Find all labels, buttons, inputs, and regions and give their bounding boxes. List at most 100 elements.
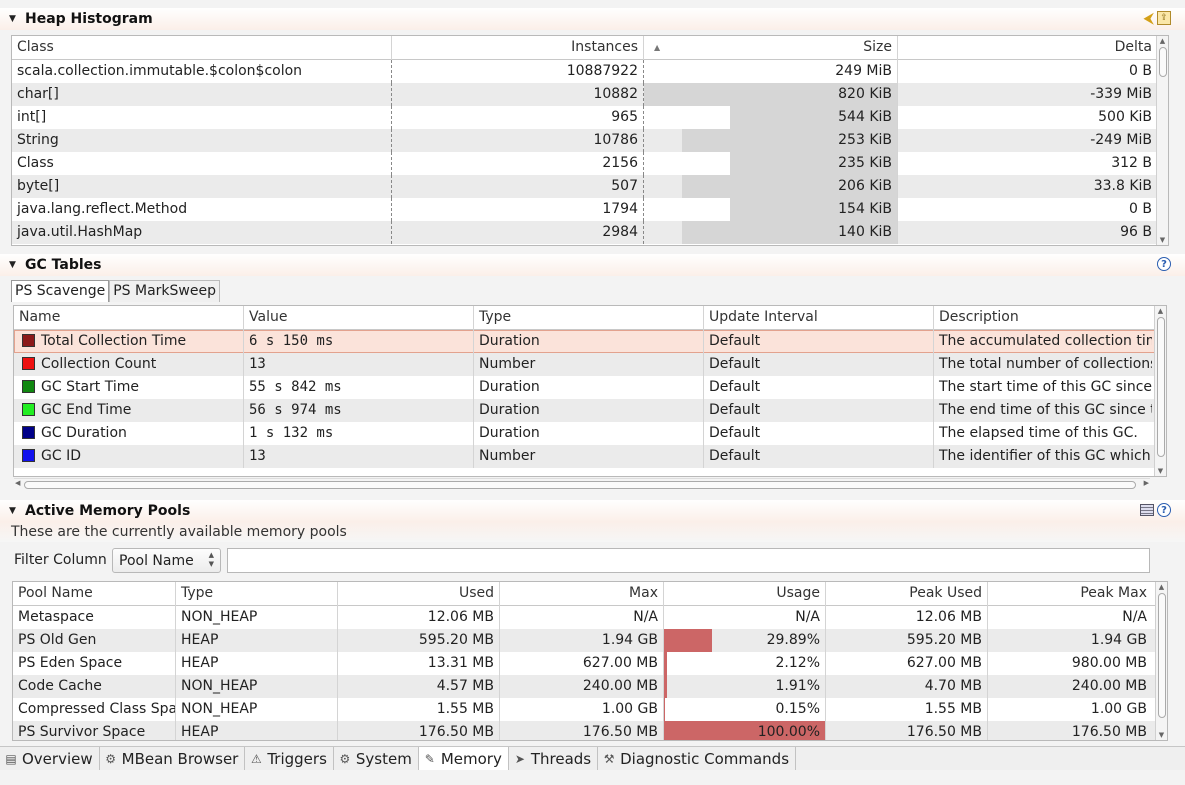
tab-ps-marksweep[interactable]: PS MarkSweep bbox=[109, 280, 220, 302]
table-row[interactable]: Compressed Class Space NON_HEAP 1.55 MB 1.0… bbox=[13, 698, 1167, 721]
table-row[interactable]: Code Cache NON_HEAP 4.57 MB 240.00 MB 1.91% 4… bbox=[13, 675, 1167, 698]
column-header-class[interactable]: Class bbox=[12, 36, 392, 60]
usage-cell: 1.91% bbox=[664, 675, 826, 698]
page-tab-mbean-browser[interactable]: ⚙ MBean Browser bbox=[100, 747, 246, 770]
scroll-thumb[interactable] bbox=[24, 481, 1136, 489]
table-settings-icon[interactable] bbox=[1140, 504, 1154, 516]
table-row[interactable]: String 10786 253 KiB -249 MiB bbox=[12, 129, 1168, 152]
heap-vertical-scrollbar[interactable]: ▲ ▼ bbox=[1156, 36, 1168, 245]
update-interval-cell[interactable]: Default bbox=[704, 422, 934, 445]
update-interval-cell[interactable]: Default bbox=[704, 445, 934, 468]
class-name-cell: String bbox=[12, 129, 392, 152]
max-cell: 240.00 MB bbox=[500, 675, 664, 698]
scroll-up-arrow-icon[interactable]: ▲ bbox=[1157, 36, 1168, 46]
table-row[interactable]: java.util.HashMap 2984 140 KiB 96 B bbox=[12, 221, 1168, 244]
scroll-right-arrow-icon[interactable]: ▶ bbox=[1144, 479, 1149, 487]
page-tab-memory[interactable]: ✎ Memory bbox=[418, 747, 509, 770]
scroll-thumb[interactable] bbox=[1158, 593, 1166, 718]
table-row[interactable]: GC End Time 56 s 974 ms Duration Default The… bbox=[14, 399, 1166, 422]
series-color-swatch[interactable] bbox=[22, 403, 35, 416]
help-icon[interactable]: ? bbox=[1157, 257, 1171, 271]
table-row[interactable]: Metaspace NON_HEAP 12.06 MB N/A N/A 12.06 MB N… bbox=[13, 606, 1167, 629]
column-header-peak-max[interactable]: Peak Max bbox=[988, 582, 1152, 606]
column-header-usage[interactable]: Usage bbox=[664, 582, 826, 606]
page-tab-diagnostic-commands[interactable]: ⚒ Diagnostic Commands bbox=[598, 747, 797, 770]
page-tab-threads[interactable]: ➤ Threads bbox=[509, 747, 599, 770]
used-cell: 4.57 MB bbox=[338, 675, 500, 698]
table-row[interactable]: scala.collection.immutable.$colon$colon 1… bbox=[12, 60, 1168, 83]
update-interval-cell[interactable]: Default bbox=[704, 330, 934, 353]
table-row[interactable]: byte[] 507 206 KiB 33.8 KiB bbox=[12, 175, 1168, 198]
series-color-swatch[interactable] bbox=[22, 380, 35, 393]
series-color-swatch[interactable] bbox=[22, 334, 35, 347]
filter-text-input[interactable] bbox=[227, 548, 1150, 573]
peak-used-cell: 4.70 MB bbox=[826, 675, 988, 698]
update-interval-cell[interactable]: Default bbox=[704, 399, 934, 422]
gc-vertical-scrollbar[interactable]: ▲ ▼ bbox=[1154, 306, 1166, 476]
page-tab-triggers[interactable]: ⚠ Triggers bbox=[245, 747, 334, 770]
size-cell: 154 KiB bbox=[644, 198, 898, 221]
update-interval-cell[interactable]: Default bbox=[704, 376, 934, 399]
scroll-down-arrow-icon[interactable]: ▼ bbox=[1157, 235, 1168, 245]
table-row[interactable]: java.lang.reflect.Method 1794 154 KiB 0 B bbox=[12, 198, 1168, 221]
scroll-down-arrow-icon[interactable]: ▼ bbox=[1155, 466, 1166, 476]
column-header-name[interactable]: Name bbox=[14, 306, 244, 330]
pools-vertical-scrollbar[interactable]: ▲ ▼ bbox=[1155, 582, 1167, 740]
refresh-icon[interactable]: ⮜ bbox=[1143, 11, 1154, 26]
gc-horizontal-scrollbar[interactable]: ◀ ▶ bbox=[14, 478, 1150, 490]
tab-ps-scavenge[interactable]: PS Scavenge bbox=[11, 280, 110, 302]
scroll-up-arrow-icon[interactable]: ▲ bbox=[1155, 306, 1166, 316]
column-header-value[interactable]: Value bbox=[244, 306, 474, 330]
help-icon[interactable]: ? bbox=[1157, 503, 1171, 517]
class-name-cell: Class bbox=[12, 152, 392, 175]
table-row[interactable]: PS Survivor Space HEAP 176.50 MB 176.50 MB 1… bbox=[13, 721, 1167, 740]
series-color-swatch[interactable] bbox=[22, 426, 35, 439]
scroll-thumb[interactable] bbox=[1157, 317, 1165, 457]
table-row[interactable]: GC Start Time 55 s 842 ms Duration Default T… bbox=[14, 376, 1166, 399]
usage-cell: N/A bbox=[664, 606, 826, 629]
usage-bar bbox=[664, 652, 668, 675]
filter-column-select[interactable]: Pool Name ▲ ▼ bbox=[112, 548, 221, 573]
scroll-down-arrow-icon[interactable]: ▼ bbox=[1156, 730, 1167, 740]
column-header-description[interactable]: Description bbox=[934, 306, 1152, 330]
size-value: 820 KiB bbox=[838, 86, 892, 102]
column-header-pool-name[interactable]: Pool Name bbox=[13, 582, 176, 606]
column-header-peak-used[interactable]: Peak Used bbox=[826, 582, 988, 606]
column-header-max[interactable]: Max bbox=[500, 582, 664, 606]
table-row[interactable]: int[] 965 544 KiB 500 KiB bbox=[12, 106, 1168, 129]
collapse-toggle-icon[interactable]: ▼ bbox=[9, 260, 19, 270]
table-row[interactable]: PS Old Gen HEAP 595.20 MB 1.94 GB 29.89% 595.… bbox=[13, 629, 1167, 652]
column-header-type[interactable]: Type bbox=[474, 306, 704, 330]
used-cell: 13.31 MB bbox=[338, 652, 500, 675]
table-row[interactable]: Collection Count 13 Number Default The total… bbox=[14, 353, 1166, 376]
table-row[interactable]: Total Collection Time 6 s 150 ms Duration D… bbox=[14, 330, 1166, 353]
column-header-size[interactable]: ▲ Size bbox=[644, 36, 898, 60]
pool-type-cell: HEAP bbox=[176, 629, 338, 652]
column-header-delta[interactable]: Delta bbox=[898, 36, 1157, 60]
collapse-toggle-icon[interactable]: ▼ bbox=[9, 506, 19, 516]
attribute-name-cell: GC ID bbox=[14, 445, 244, 468]
filter-column-select-value: Pool Name bbox=[119, 552, 194, 569]
memory-pools-title: Active Memory Pools bbox=[25, 503, 191, 519]
collapse-toggle-icon[interactable]: ▼ bbox=[9, 14, 19, 24]
page-tab-system[interactable]: ⚙ System bbox=[334, 747, 419, 770]
column-header-update-interval[interactable]: Update Interval bbox=[704, 306, 934, 330]
table-row[interactable]: GC ID 13 Number Default The identifier of th… bbox=[14, 445, 1166, 468]
table-row[interactable]: PS Eden Space HEAP 13.31 MB 627.00 MB 2.12% 6… bbox=[13, 652, 1167, 675]
series-color-swatch[interactable] bbox=[22, 449, 35, 462]
update-interval-cell[interactable]: Default bbox=[704, 353, 934, 376]
page-tab-overview[interactable]: ▤ Overview bbox=[0, 747, 100, 770]
scroll-up-arrow-icon[interactable]: ▲ bbox=[1156, 582, 1167, 592]
column-header-used[interactable]: Used bbox=[338, 582, 500, 606]
scroll-thumb[interactable] bbox=[1159, 47, 1167, 77]
column-header-type[interactable]: Type bbox=[176, 582, 338, 606]
table-row[interactable]: Class 2156 235 KiB 312 B bbox=[12, 152, 1168, 175]
series-color-swatch[interactable] bbox=[22, 357, 35, 370]
table-row[interactable]: char[] 10882 820 KiB -339 MiB bbox=[12, 83, 1168, 106]
column-header-instances[interactable]: Instances bbox=[392, 36, 644, 60]
size-value: 249 MiB bbox=[835, 63, 892, 79]
pool-type-cell: NON_HEAP bbox=[176, 675, 338, 698]
table-row[interactable]: GC Duration 1 s 132 ms Duration Default The … bbox=[14, 422, 1166, 445]
scroll-left-arrow-icon[interactable]: ◀ bbox=[15, 479, 20, 487]
export-icon[interactable]: ⇪ bbox=[1157, 11, 1171, 25]
